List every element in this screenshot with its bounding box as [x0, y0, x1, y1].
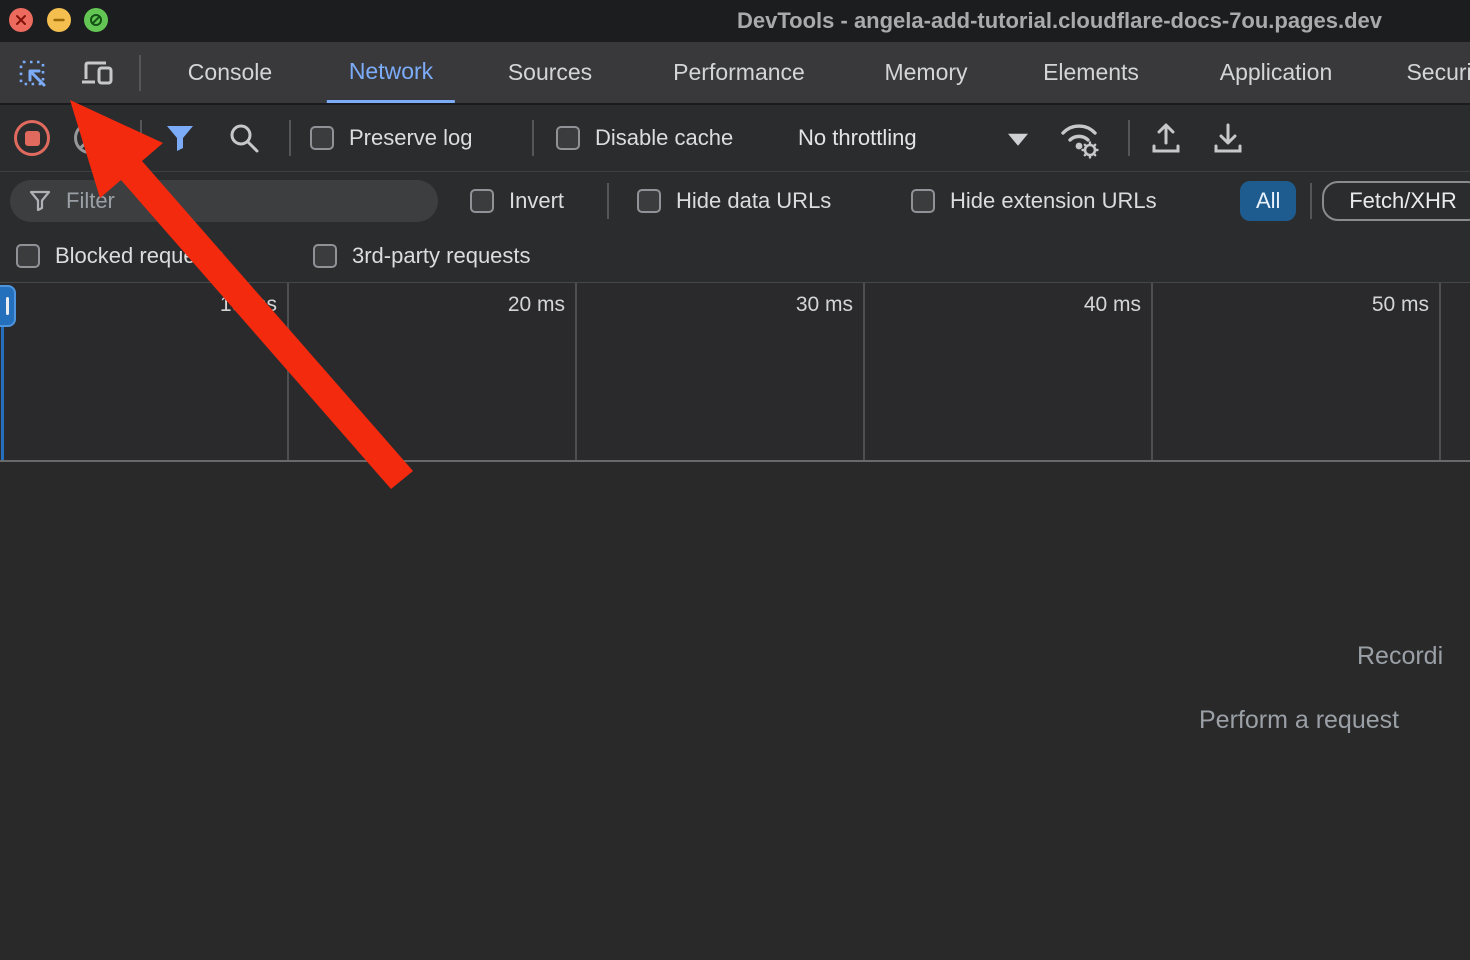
timeline-tick-label: 20 ms: [445, 293, 565, 317]
tab-label: Sources: [508, 59, 592, 86]
timeline-tick-label: 50 ms: [1309, 293, 1429, 317]
checkbox-box: [313, 244, 337, 268]
toolbar-separator: [289, 120, 291, 156]
hide-data-urls-checkbox[interactable]: Hide data URLs: [637, 188, 831, 214]
record-square: [25, 131, 40, 146]
checkbox-label: 3rd-party requests: [352, 243, 531, 269]
invert-checkbox[interactable]: Invert: [470, 188, 564, 214]
checkbox-box: [470, 189, 494, 213]
search-icon[interactable]: [227, 121, 261, 155]
checkbox-box: [911, 189, 935, 213]
overview-range-handle-line: [1, 327, 4, 460]
request-type-all-chip[interactable]: All: [1240, 181, 1296, 221]
timeline-tick-label: 40 ms: [1021, 293, 1141, 317]
toolbar-separator: [139, 55, 141, 91]
tab-performance[interactable]: Performance: [651, 42, 827, 103]
tab-network[interactable]: Network: [327, 42, 455, 103]
checkbox-label: Disable cache: [595, 125, 733, 151]
record-stop-icon[interactable]: [14, 120, 50, 156]
checkbox-box: [310, 126, 334, 150]
tab-label: Security: [1406, 59, 1470, 86]
timeline-gridline: [575, 283, 577, 460]
minimize-icon[interactable]: [47, 8, 71, 32]
toolbar-separator: [532, 120, 534, 156]
throttling-select[interactable]: No throttling: [798, 125, 917, 151]
preserve-log-checkbox[interactable]: Preserve log: [310, 125, 473, 151]
network-toolbar: Preserve log Disable cache No throttling: [0, 105, 1470, 172]
close-icon[interactable]: [9, 8, 33, 32]
hide-extension-urls-checkbox[interactable]: Hide extension URLs: [911, 188, 1157, 214]
checkbox-box: [16, 244, 40, 268]
chevron-down-icon[interactable]: [1008, 134, 1028, 146]
checkbox-box: [556, 126, 580, 150]
toolbar-separator: [140, 120, 142, 156]
overview-range-handle[interactable]: [0, 285, 16, 327]
tab-label: Application: [1220, 59, 1333, 86]
chip-label: Fetch/XHR: [1349, 188, 1457, 214]
timeline-gridline: [863, 283, 865, 460]
checkbox-label: Hide extension URLs: [950, 188, 1157, 214]
tab-security[interactable]: Security: [1384, 42, 1470, 103]
empty-state-recording-text: Recordi: [1357, 642, 1443, 671]
toolbar-separator: [1310, 183, 1312, 219]
device-toolbar-icon[interactable]: [80, 57, 116, 89]
checkbox-label: Invert: [509, 188, 564, 214]
tab-application[interactable]: Application: [1198, 42, 1355, 103]
timeline-gridline: [287, 283, 289, 460]
zoom-disabled-icon[interactable]: [84, 8, 108, 32]
third-party-requests-checkbox[interactable]: 3rd-party requests: [313, 243, 531, 269]
wifi-gear-icon[interactable]: [1055, 117, 1103, 159]
funnel-outline-icon: [28, 189, 52, 213]
chip-label: All: [1256, 188, 1280, 214]
network-overview-timeline[interactable]: 10 ms 20 ms 30 ms 40 ms 50 ms: [0, 283, 1470, 462]
timeline-gridline: [1151, 283, 1153, 460]
checkbox-box: [637, 189, 661, 213]
timeline-tick-label: 10 ms: [157, 293, 277, 317]
clear-icon[interactable]: [74, 122, 106, 154]
filter-bar-row2: Blocked requests 3rd-party requests: [0, 230, 1470, 283]
upload-icon[interactable]: [1148, 120, 1184, 156]
tab-label: Performance: [673, 59, 805, 86]
inspect-cursor-icon[interactable]: [18, 57, 50, 89]
funnel-icon[interactable]: [164, 123, 196, 153]
tab-elements[interactable]: Elements: [1021, 42, 1161, 103]
toolbar-separator: [607, 183, 609, 219]
checkbox-label: Hide data URLs: [676, 188, 831, 214]
devtools-tabbar: Console Network Sources Performance Memo…: [0, 42, 1470, 105]
timeline-gridline: [1439, 283, 1441, 460]
tab-sources[interactable]: Sources: [486, 42, 614, 103]
filter-input[interactable]: [64, 187, 424, 215]
disable-cache-checkbox[interactable]: Disable cache: [556, 125, 733, 151]
checkbox-label: Preserve log: [349, 125, 473, 151]
timeline-tick-label: 30 ms: [733, 293, 853, 317]
window-title: DevTools - angela-add-tutorial.cloudflar…: [737, 8, 1382, 34]
window-titlebar: DevTools - angela-add-tutorial.cloudflar…: [0, 0, 1470, 42]
checkbox-label: Blocked requests: [55, 243, 224, 269]
filter-field[interactable]: [10, 180, 438, 222]
filter-bar: Invert Hide data URLs Hide extension URL…: [0, 172, 1470, 230]
tab-memory[interactable]: Memory: [862, 42, 989, 103]
blocked-requests-checkbox[interactable]: Blocked requests: [16, 243, 224, 269]
handle-grip: [6, 297, 9, 315]
empty-state-hint-text: Perform a request: [1199, 706, 1399, 735]
tab-label: Console: [188, 59, 272, 86]
toolbar-separator: [1128, 120, 1130, 156]
download-icon[interactable]: [1210, 120, 1246, 156]
tab-label: Memory: [884, 59, 967, 86]
tab-label: Elements: [1043, 59, 1139, 86]
tab-console[interactable]: Console: [166, 42, 294, 103]
tab-label: Network: [349, 58, 433, 85]
request-type-fetch-xhr-chip[interactable]: Fetch/XHR: [1322, 181, 1470, 221]
